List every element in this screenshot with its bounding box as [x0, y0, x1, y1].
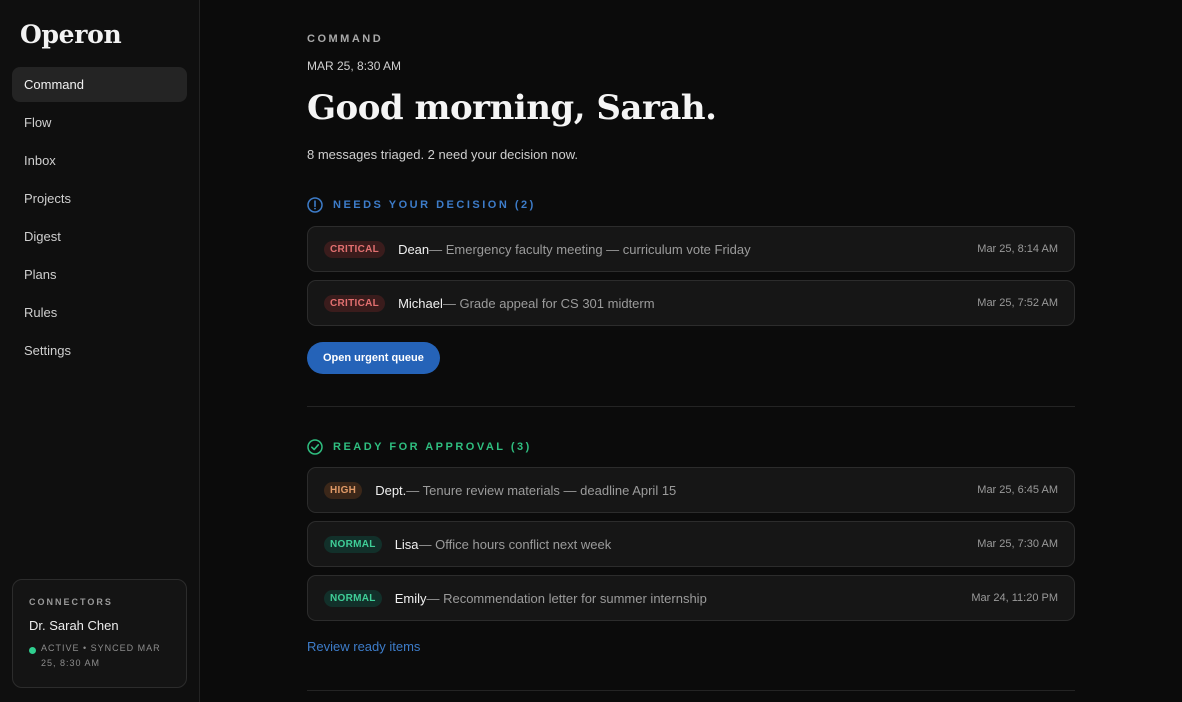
approval-group-title: READY FOR APPROVAL (3) — [333, 441, 532, 453]
message-time: Mar 25, 7:52 AM — [977, 297, 1058, 309]
connector-status: ACTIVE • SYNCED MAR 25, 8:30 AM — [29, 641, 170, 671]
message-time: Mar 25, 6:45 AM — [977, 484, 1058, 496]
sidebar-item-flow[interactable]: Flow — [12, 105, 187, 140]
sidebar-item-digest[interactable]: Digest — [12, 219, 187, 254]
message-sender: Lisa — [394, 536, 419, 552]
priority-badge: NORMAL — [324, 535, 382, 553]
connectors-label: CONNECTORS — [29, 597, 113, 607]
check-circle-icon — [307, 439, 323, 455]
sidebar-nav: Command Flow Inbox Projects Digest Plans… — [12, 67, 187, 371]
message-time: Mar 25, 7:30 AM — [977, 538, 1058, 550]
triage-summary: 8 messages triaged. 2 need your decision… — [307, 147, 579, 162]
sidebar: Operon Command Flow Inbox Projects Diges… — [0, 0, 200, 702]
priority-badge: HIGH — [324, 481, 363, 499]
sidebar-item-command[interactable]: Command — [12, 67, 187, 102]
priority-badge: NORMAL — [324, 589, 382, 607]
message-card[interactable]: NORMAL Lisa — Office hours conflict next… — [307, 521, 1075, 567]
sidebar-item-label: Inbox — [24, 153, 56, 168]
decision-group-header: NEEDS YOUR DECISION (2) — [307, 197, 536, 213]
current-timestamp: MAR 25, 8:30 AM — [307, 59, 402, 73]
message-sender: Emily — [394, 590, 427, 606]
status-dot-icon — [29, 647, 36, 654]
priority-badge: CRITICAL — [324, 240, 386, 258]
message-card[interactable]: CRITICAL Michael — Grade appeal for CS 3… — [307, 280, 1075, 326]
section-label: COMMAND — [307, 33, 384, 45]
sidebar-item-label: Digest — [24, 229, 61, 244]
message-sender: Dean — [398, 241, 430, 257]
decision-group-title: NEEDS YOUR DECISION (2) — [333, 199, 536, 211]
section-divider — [307, 690, 1075, 691]
approval-group-header: READY FOR APPROVAL (3) — [307, 439, 532, 455]
sidebar-item-label: Settings — [24, 343, 71, 358]
connector-account-name: Dr. Sarah Chen — [29, 618, 119, 633]
sidebar-item-label: Projects — [24, 191, 71, 206]
message-time: Mar 25, 8:14 AM — [977, 243, 1058, 255]
message-time: Mar 24, 11:20 PM — [971, 592, 1058, 604]
sidebar-item-projects[interactable]: Projects — [12, 181, 187, 216]
message-sender: Michael — [398, 295, 443, 311]
message-subject: — Recommendation letter for summer inter… — [426, 590, 707, 606]
sidebar-item-plans[interactable]: Plans — [12, 257, 187, 292]
sidebar-item-label: Command — [24, 77, 84, 92]
message-subject: — Tenure review materials — deadline Apr… — [406, 482, 677, 498]
app-window: Operon Command Flow Inbox Projects Diges… — [0, 0, 1182, 702]
connectors-panel[interactable]: CONNECTORS Dr. Sarah Chen ACTIVE • SYNCE… — [12, 579, 187, 688]
alert-circle-icon — [307, 197, 323, 213]
message-sender: Dept. — [375, 482, 407, 498]
sidebar-item-settings[interactable]: Settings — [12, 333, 187, 368]
message-card[interactable]: HIGH Dept. — Tenure review materials — d… — [307, 467, 1075, 513]
priority-badge: CRITICAL — [324, 294, 386, 312]
sidebar-item-label: Rules — [24, 305, 58, 320]
review-ready-items-link[interactable]: Review ready items — [307, 639, 420, 654]
message-card[interactable]: NORMAL Emily — Recommendation letter for… — [307, 575, 1075, 621]
message-card[interactable]: CRITICAL Dean — Emergency faculty meetin… — [307, 226, 1075, 272]
sidebar-item-label: Flow — [24, 115, 52, 130]
open-urgent-queue-button[interactable]: Open urgent queue — [307, 342, 440, 374]
main-content: COMMAND MAR 25, 8:30 AM Good morning, Sa… — [307, 0, 1075, 702]
app-logo: Operon — [20, 20, 122, 49]
sidebar-item-rules[interactable]: Rules — [12, 295, 187, 330]
section-divider — [307, 406, 1075, 407]
sidebar-item-label: Plans — [24, 267, 57, 282]
message-subject: — Emergency faculty meeting — curriculum… — [429, 241, 751, 257]
message-subject: — Grade appeal for CS 301 midterm — [442, 295, 655, 311]
connector-status-text: ACTIVE • SYNCED MAR 25, 8:30 AM — [41, 643, 161, 668]
page-title: Good morning, Sarah. — [307, 88, 717, 128]
sidebar-item-inbox[interactable]: Inbox — [12, 143, 187, 178]
message-subject: — Office hours conflict next week — [418, 536, 612, 552]
